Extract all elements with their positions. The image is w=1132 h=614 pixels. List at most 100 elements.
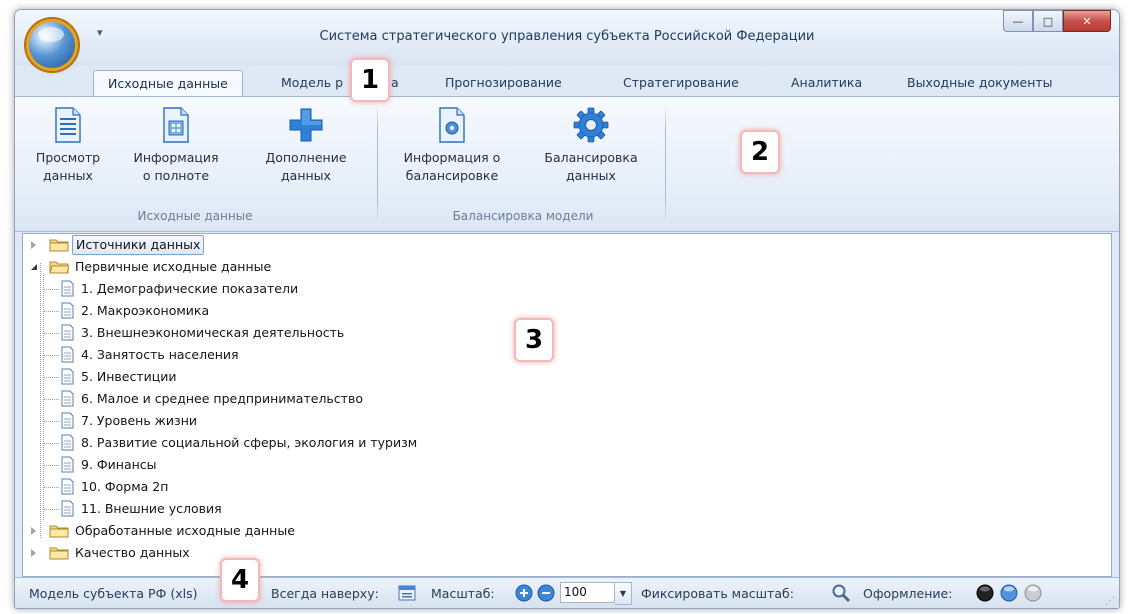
tree-leaf-item[interactable]: 5. Инвестиции: [23, 366, 623, 388]
fix-scale-label: Фиксировать масштаб:: [641, 586, 794, 601]
tab-forecasting[interactable]: Прогнозирование: [431, 70, 576, 96]
close-icon: ✕: [1082, 14, 1092, 28]
zoom-out-icon[interactable]: [537, 584, 555, 602]
ribbon-group-label-source-data: Исходные данные: [137, 209, 253, 223]
theme-dark-icon[interactable]: [975, 583, 995, 603]
folder-open-icon: [49, 261, 69, 274]
theme-silver-icon[interactable]: [1023, 583, 1043, 603]
minimize-icon: —: [1012, 14, 1024, 28]
tree-node-processed-source-data[interactable]: Обработанные исходные данные: [23, 520, 423, 542]
always-on-top-label: Всегда наверху:: [271, 586, 379, 601]
tree-leaf-label: 11. Внешние условия: [81, 501, 222, 516]
tree-leaf-item[interactable]: 9. Финансы: [23, 454, 623, 476]
document-gear-icon: [439, 107, 465, 143]
folder-icon: [49, 525, 69, 538]
document-icon: [61, 478, 74, 495]
status-bar: Модель субъекта РФ (xls) Всегда наверху:…: [15, 577, 1119, 608]
balancing-info-button[interactable]: Информация о балансировке: [387, 107, 517, 185]
tree-leaf-item[interactable]: 10. Форма 2п: [23, 476, 623, 498]
add-data-label-1: Дополнение: [265, 150, 347, 165]
theme-label: Оформление:: [863, 586, 953, 601]
balance-data-label-2: данных: [566, 168, 616, 183]
scale-label: Масштаб:: [431, 586, 495, 601]
app-window: ▾ Система стратегического управления суб…: [14, 9, 1120, 609]
collapse-icon[interactable]: [31, 264, 37, 270]
zoom-in-icon[interactable]: [515, 584, 533, 602]
tab-output-documents[interactable]: Выходные документы: [893, 70, 1067, 96]
tree-leaf-item[interactable]: 1. Демографические показатели: [23, 278, 623, 300]
balance-data-button[interactable]: Балансировка данных: [531, 107, 651, 185]
document-icon: [61, 434, 74, 451]
expand-icon[interactable]: [31, 241, 36, 249]
folder-icon: [49, 239, 69, 252]
completeness-info-button[interactable]: Информация о полноте: [131, 107, 221, 185]
document-icon: [61, 368, 74, 385]
tree-node-data-sources[interactable]: Источники данных: [23, 234, 423, 256]
maximize-icon: □: [1042, 14, 1054, 28]
document-icon: [61, 346, 74, 363]
tab-model[interactable]: Модель р: [267, 70, 357, 96]
completeness-info-label-1: Информация: [133, 150, 219, 165]
ribbon-tabs: Исходные данные Модель р а Прогнозирован…: [15, 66, 1119, 97]
document-icon: [61, 412, 74, 429]
view-data-label-1: Просмотр: [35, 150, 101, 165]
document-info-icon: [163, 107, 189, 143]
balancing-info-label-1: Информация о: [403, 150, 501, 165]
tree-leaf-label: 1. Демографические показатели: [81, 281, 299, 296]
callout-2: 2: [740, 130, 780, 174]
tree-node-label: Качество данных: [75, 545, 190, 560]
tree-leaf-label: 7. Уровень жизни: [81, 413, 197, 428]
close-button[interactable]: ✕: [1063, 10, 1111, 32]
window-title: Система стратегического управления субъе…: [319, 29, 815, 44]
document-icon: [61, 324, 74, 341]
maximize-button[interactable]: □: [1033, 10, 1063, 32]
tree-leaf-item[interactable]: 7. Уровень жизни: [23, 410, 623, 432]
document-icon: [61, 390, 74, 407]
tree-leaf-label: 10. Форма 2п: [81, 479, 169, 494]
tree-leaf-label: 4. Занятость населения: [81, 347, 239, 362]
status-model-name: Модель субъекта РФ (xls): [29, 586, 198, 601]
balance-data-label-1: Балансировка: [544, 150, 638, 165]
document-icon: [61, 456, 74, 473]
tree-node-label: Обработанные исходные данные: [75, 523, 295, 538]
document-icon: [61, 500, 74, 517]
window-controls: — □ ✕: [1003, 10, 1111, 32]
callout-3: 3: [514, 318, 554, 362]
ribbon-group-model-balancing: Информация о балансировке Балансировка д…: [387, 103, 659, 225]
tree-leaf-label: 3. Внешнеэкономическая деятельность: [81, 325, 345, 340]
tree-leaf-item[interactable]: 6. Малое и среднее предпринимательство: [23, 388, 623, 410]
gear-icon: [573, 107, 609, 143]
magnifier-icon[interactable]: [831, 583, 851, 603]
resize-grip-icon[interactable]: ⋰: [1105, 596, 1115, 607]
view-data-button[interactable]: Просмотр данных: [25, 107, 111, 185]
data-tree[interactable]: Источники данных Первичные исходные данн…: [22, 233, 1112, 577]
expand-icon[interactable]: [31, 549, 36, 557]
plus-icon: [289, 108, 323, 142]
tree-node-label: Первичные исходные данные: [75, 259, 272, 274]
theme-blue-icon[interactable]: [999, 583, 1019, 603]
add-data-button[interactable]: Дополнение данных: [257, 107, 355, 185]
chevron-down-icon: ▼: [619, 589, 627, 598]
application-orb-button[interactable]: [29, 22, 75, 68]
ribbon-panel: Просмотр данных Информация о полноте Допол…: [15, 96, 1119, 232]
tree-leaf-item[interactable]: 11. Внешние условия: [23, 498, 623, 520]
tree-leaf-label: 5. Инвестиции: [81, 369, 177, 384]
tree-node-label: Источники данных: [72, 235, 205, 255]
tab-analytics[interactable]: Аналитика: [777, 70, 876, 96]
callout-1: 1: [350, 58, 390, 102]
tree-leaf-label: 8. Развитие социальной сферы, экология и…: [81, 435, 418, 450]
expand-icon[interactable]: [31, 527, 36, 535]
callout-4: 4: [220, 558, 260, 602]
completeness-info-label-2: о полноте: [142, 168, 210, 183]
zoom-input[interactable]: 100: [560, 582, 615, 603]
minimize-button[interactable]: —: [1003, 10, 1033, 32]
tree-node-primary-source-data[interactable]: Первичные исходные данные: [23, 256, 423, 278]
tree-leaf-item[interactable]: 8. Развитие социальной сферы, экология и…: [23, 432, 623, 454]
add-data-label-2: данных: [281, 168, 331, 183]
tab-source-data[interactable]: Исходные данные: [93, 70, 243, 97]
zoom-dropdown-button[interactable]: ▼: [615, 582, 632, 605]
tab-strategizing[interactable]: Стратегирование: [609, 70, 753, 96]
tree-leaf-label: 6. Малое и среднее предпринимательство: [81, 391, 363, 406]
folder-icon: [49, 547, 69, 560]
always-on-top-icon[interactable]: [398, 585, 416, 601]
